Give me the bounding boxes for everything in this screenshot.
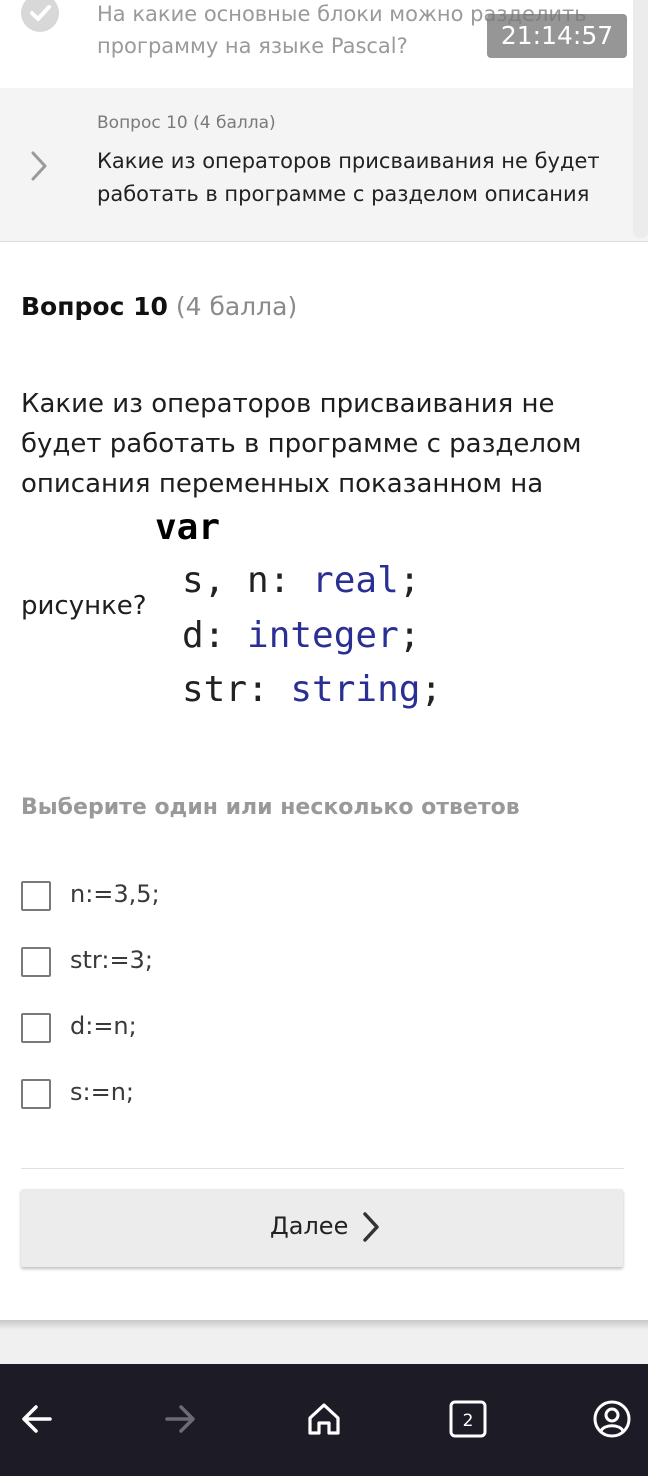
page-gap bbox=[0, 1330, 648, 1364]
chevron-right-icon bbox=[359, 1209, 383, 1249]
next-button[interactable]: Далее bbox=[21, 1189, 623, 1267]
page-edge bbox=[0, 1320, 648, 1330]
checkbox[interactable] bbox=[21, 1079, 51, 1109]
answer-option[interactable]: d:=n; bbox=[21, 1010, 421, 1050]
tabs-icon[interactable]: 2 bbox=[443, 1394, 493, 1444]
answer-instruction: Выберите один или несколько ответов bbox=[21, 795, 520, 820]
tabs-count: 2 bbox=[463, 1411, 474, 1431]
next-button-label: Далее bbox=[270, 1212, 349, 1240]
chevron-right-icon bbox=[28, 149, 50, 187]
account-icon[interactable] bbox=[587, 1394, 637, 1444]
question-text-end: рисунке? bbox=[21, 591, 147, 621]
scrollbar[interactable] bbox=[633, 0, 648, 238]
browser-navbar: 2 bbox=[0, 1364, 648, 1476]
forward-arrow-icon[interactable] bbox=[155, 1394, 205, 1444]
answer-option-label[interactable]: n:=3,5; bbox=[70, 878, 160, 910]
list-item-current-question[interactable]: Вопрос 10 (4 балла) Какие из операторов … bbox=[0, 88, 648, 241]
back-arrow-icon[interactable] bbox=[12, 1394, 62, 1444]
answer-option[interactable]: str:=3; bbox=[21, 944, 421, 984]
code-line-1: s, n: real; bbox=[182, 560, 421, 601]
code-line-2: d: integer; bbox=[182, 615, 421, 656]
checkbox[interactable] bbox=[21, 947, 51, 977]
answer-option-label[interactable]: s:=n; bbox=[70, 1076, 134, 1108]
question-text: Какие из операторов присваивания не буде… bbox=[21, 389, 582, 499]
checkbox[interactable] bbox=[21, 1013, 51, 1043]
answer-option[interactable]: n:=3,5; bbox=[21, 878, 421, 918]
current-question-label: Вопрос 10 (4 балла) bbox=[97, 113, 276, 133]
divider bbox=[0, 241, 648, 242]
current-question-text: Какие из операторов присваивания не буде… bbox=[97, 149, 600, 206]
code-image: var s, n: real; d: integer; str: string; bbox=[150, 505, 500, 720]
code-line-3: str: string; bbox=[182, 669, 443, 710]
check-circle-icon bbox=[21, 0, 59, 32]
question-points: (4 балла) bbox=[175, 292, 298, 321]
answer-option[interactable]: s:=n; bbox=[21, 1076, 421, 1116]
question-title: Вопрос 10 (4 балла) bbox=[21, 292, 297, 321]
code-var-keyword: var bbox=[155, 507, 221, 548]
checkbox[interactable] bbox=[21, 881, 51, 911]
question-number: Вопрос 10 bbox=[21, 292, 168, 321]
question-navigation-list: На какие основные блоки можно разделить … bbox=[0, 0, 648, 242]
divider bbox=[21, 1168, 624, 1169]
home-icon[interactable] bbox=[299, 1394, 349, 1444]
timer-badge: 21:14:57 bbox=[487, 14, 627, 58]
answer-option-label[interactable]: d:=n; bbox=[70, 1010, 137, 1042]
answer-option-label[interactable]: str:=3; bbox=[70, 944, 153, 976]
